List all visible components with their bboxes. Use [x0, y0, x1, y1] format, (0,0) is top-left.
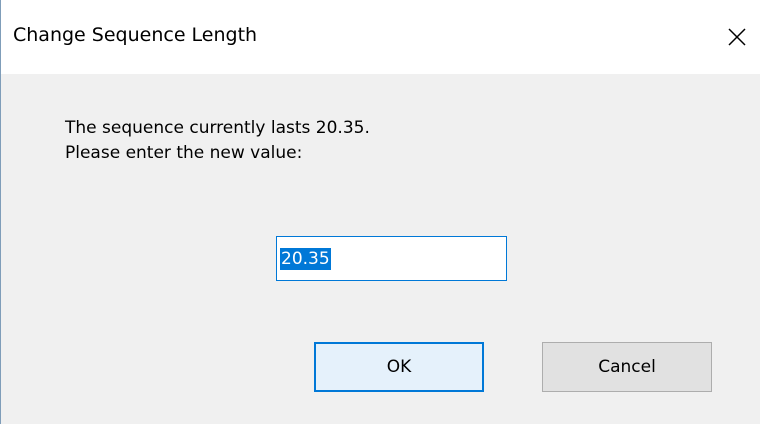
cancel-button[interactable]: Cancel [542, 342, 712, 392]
ok-button[interactable]: OK [314, 342, 484, 392]
dialog-content: The sequence currently lasts 20.35. Plea… [1, 74, 760, 424]
close-button[interactable] [713, 0, 760, 74]
close-icon [728, 28, 746, 46]
prompt-line-instruction: Please enter the new value: [65, 143, 303, 163]
window-title: Change Sequence Length [13, 24, 258, 46]
new-length-input-value: 20.35 [280, 248, 331, 270]
new-length-input[interactable]: 20.35 [276, 236, 507, 281]
title-bar: Change Sequence Length [1, 0, 760, 74]
prompt-message: The sequence currently lasts 20.35. Plea… [65, 116, 370, 166]
change-sequence-length-dialog: Change Sequence Length The sequence curr… [0, 0, 760, 424]
prompt-line-current-length: The sequence currently lasts 20.35. [65, 118, 370, 138]
